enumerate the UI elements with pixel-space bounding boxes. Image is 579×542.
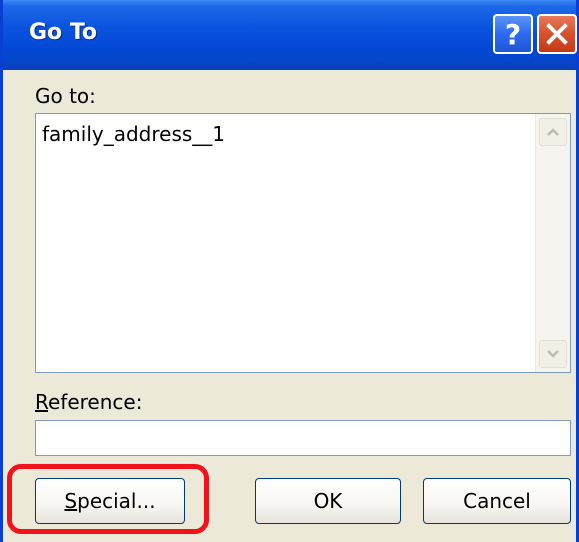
reference-label: Reference:: [35, 390, 142, 414]
scroll-down-button[interactable]: [539, 340, 567, 368]
title-bar[interactable]: Go To ?: [3, 0, 577, 70]
close-icon: [546, 23, 568, 45]
cancel-button[interactable]: Cancel: [423, 478, 571, 524]
reference-label-accesskey: R: [35, 390, 48, 414]
go-to-label: Go to:: [35, 84, 96, 108]
ok-button[interactable]: OK: [255, 478, 401, 524]
reference-label-rest: eference:: [48, 390, 143, 414]
dialog-title: Go To: [29, 20, 98, 45]
reference-input[interactable]: [35, 420, 571, 456]
special-button-accesskey: S: [64, 489, 78, 513]
list-item[interactable]: family_address__1: [42, 122, 225, 146]
help-icon: ?: [504, 17, 522, 51]
help-button[interactable]: ?: [493, 14, 533, 54]
special-button-label: pecial...: [77, 489, 156, 513]
close-button[interactable]: [537, 14, 577, 54]
chevron-up-icon: [547, 128, 559, 136]
vertical-scrollbar[interactable]: [535, 114, 570, 372]
go-to-dialog: Go To ? Go to: family_address__1 Referen…: [0, 0, 579, 542]
go-to-listbox[interactable]: family_address__1: [35, 113, 571, 373]
chevron-down-icon: [547, 350, 559, 358]
special-button[interactable]: Special...: [35, 478, 185, 524]
scroll-up-button[interactable]: [539, 118, 567, 146]
